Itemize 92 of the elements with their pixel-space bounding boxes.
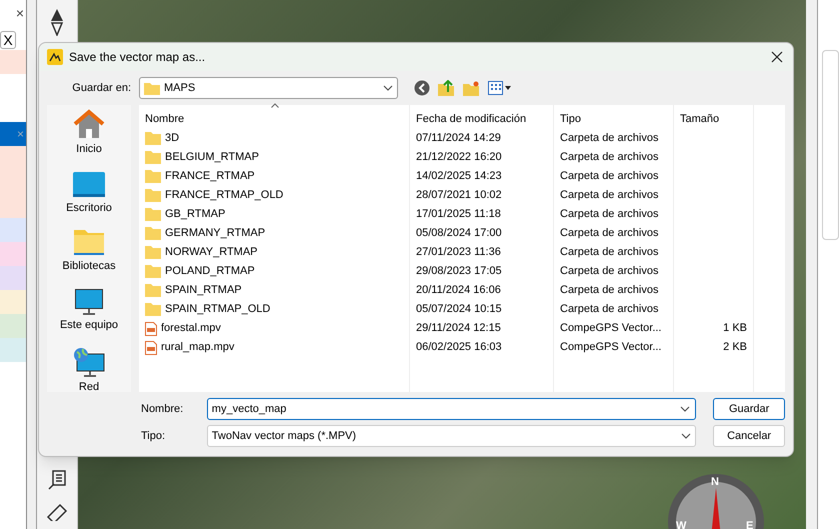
- desktop-icon[interactable]: [73, 172, 105, 198]
- folder-icon[interactable]: [74, 230, 104, 256]
- close-icon[interactable]: ×: [16, 6, 24, 20]
- table-cell-text: Carpeta de archivos: [560, 131, 658, 146]
- table-cell-text: 21/12/2022 16:20: [416, 150, 502, 166]
- folder-icon: [144, 82, 160, 94]
- place-item[interactable]: Este equipo: [60, 316, 118, 333]
- folder-icon: [145, 151, 161, 164]
- table-cell-text: 29/08/2023 17:05: [416, 264, 502, 280]
- app-logo-icon: [47, 49, 63, 65]
- column-header[interactable]: Fecha de modificación: [416, 110, 526, 127]
- table-cell-text: 17/01/2025 11:18: [416, 207, 501, 222]
- edit-list-icon[interactable]: [47, 469, 67, 491]
- network-monitor-icon[interactable]: [73, 347, 105, 377]
- ruler-icon[interactable]: [46, 503, 68, 521]
- table-cell-text: FRANCE_RTMAP: [165, 169, 255, 184]
- new-folder-icon[interactable]: [463, 80, 480, 96]
- place-item[interactable]: Bibliotecas: [62, 258, 116, 274]
- table-cell-text: FRANCE_RTMAP_OLD: [165, 188, 284, 204]
- table-cell-text: Carpeta de archivos: [560, 150, 658, 166]
- table-cell-text: NORWAY_RTMAP: [165, 245, 258, 260]
- table-cell-text: 27/01/2023 11:36: [416, 245, 501, 260]
- table-cell-text: 05/07/2024 10:15: [416, 302, 502, 318]
- table-cell-text: Carpeta de archivos: [560, 283, 658, 298]
- table-cell-text: CompeGPS Vector...: [560, 321, 662, 336]
- table-cell-text: Carpeta de archivos: [560, 264, 658, 280]
- table-cell-text: POLAND_RTMAP: [165, 264, 255, 280]
- table-cell-text: 1 KB: [723, 321, 747, 336]
- table-cell-text: GB_RTMAP: [165, 207, 226, 222]
- table-cell-text: rural_map.mpv: [161, 340, 234, 356]
- type-label: Tipo:: [140, 428, 166, 444]
- file-icon: [145, 322, 157, 336]
- place-item[interactable]: Red: [78, 379, 100, 396]
- compass-east-label: E: [746, 519, 754, 529]
- chevron-down-icon: [680, 406, 690, 412]
- folder-icon: [145, 170, 161, 183]
- table-cell-text: SPAIN_RTMAP_OLD: [165, 302, 270, 318]
- column-header[interactable]: Tipo: [560, 110, 581, 127]
- filename-field[interactable]: my_vecto_map: [206, 398, 696, 420]
- home-icon[interactable]: [73, 109, 105, 139]
- table-cell-text: Carpeta de archivos: [560, 169, 658, 184]
- table-cell-text: Carpeta de archivos: [560, 302, 658, 318]
- name-label: Nombre:: [140, 402, 184, 417]
- compass-arrow-icon[interactable]: [50, 8, 64, 36]
- column-header[interactable]: Nombre: [145, 110, 184, 127]
- folder-icon: [145, 189, 161, 202]
- table-cell-text: GERMANY_RTMAP: [165, 226, 266, 242]
- folder-dropdown[interactable]: MAPS: [139, 77, 398, 99]
- column-header[interactable]: Tamaño: [680, 110, 720, 127]
- table-cell-text: SPAIN_RTMAP: [165, 283, 242, 298]
- save-in-label: Guardar en:: [71, 80, 132, 96]
- table-cell-text: 29/11/2024 12:15: [416, 321, 501, 336]
- table-cell-text: BELGIUM_RTMAP: [165, 150, 259, 166]
- view-menu-icon[interactable]: [488, 81, 512, 95]
- folder-icon: [145, 132, 161, 145]
- compass-needle-icon: [710, 488, 722, 529]
- table-cell-text: forestal.mpv: [161, 321, 221, 336]
- table-cell-text: 14/02/2025 14:23: [416, 169, 502, 184]
- cancel-button[interactable]: Cancelar: [713, 425, 785, 447]
- folder-icon: [145, 284, 161, 297]
- table-cell-text: CompeGPS Vector...: [560, 340, 662, 356]
- table-cell-text: 3D: [165, 131, 180, 146]
- table-cell-text: 2 KB: [723, 340, 747, 356]
- folder-icon: [145, 227, 161, 240]
- table-cell-text: 20/11/2024 16:06: [416, 283, 501, 298]
- table-cell-text: 05/08/2024 17:00: [416, 226, 502, 242]
- close-icon[interactable]: [771, 51, 783, 63]
- place-item[interactable]: Inicio: [76, 141, 102, 158]
- compass-north-label: N: [711, 475, 719, 490]
- table-cell-text: 06/02/2025 16:03: [416, 340, 502, 356]
- table-cell-text: Carpeta de archivos: [560, 226, 658, 242]
- table-cell-text: Carpeta de archivos: [560, 188, 658, 204]
- folder-icon: [145, 303, 161, 316]
- table-cell-text: Carpeta de archivos: [560, 245, 658, 260]
- folder-up-icon[interactable]: [438, 80, 455, 96]
- file-icon: [145, 340, 157, 354]
- compass-west-label: W: [676, 519, 686, 529]
- monitor-icon[interactable]: [74, 288, 103, 314]
- place-item[interactable]: Escritorio: [66, 200, 112, 216]
- folder-icon: [145, 246, 161, 259]
- chevron-down-icon: [383, 85, 393, 91]
- folder-icon: [145, 208, 161, 221]
- table-cell-text: Carpeta de archivos: [560, 207, 658, 222]
- back-icon[interactable]: [414, 80, 430, 96]
- table-cell-text: 28/07/2021 10:02: [416, 188, 502, 204]
- chevron-down-icon: [681, 433, 692, 439]
- clear-button[interactable]: X: [0, 31, 16, 49]
- dialog-title: Save the vector map as...: [69, 49, 206, 66]
- table-cell-text: 07/11/2024 14:29: [416, 131, 501, 146]
- save-button[interactable]: Guardar: [713, 398, 786, 420]
- file-type-dropdown[interactable]: TwoNav vector maps (*.MPV): [206, 425, 696, 447]
- folder-icon: [145, 265, 161, 278]
